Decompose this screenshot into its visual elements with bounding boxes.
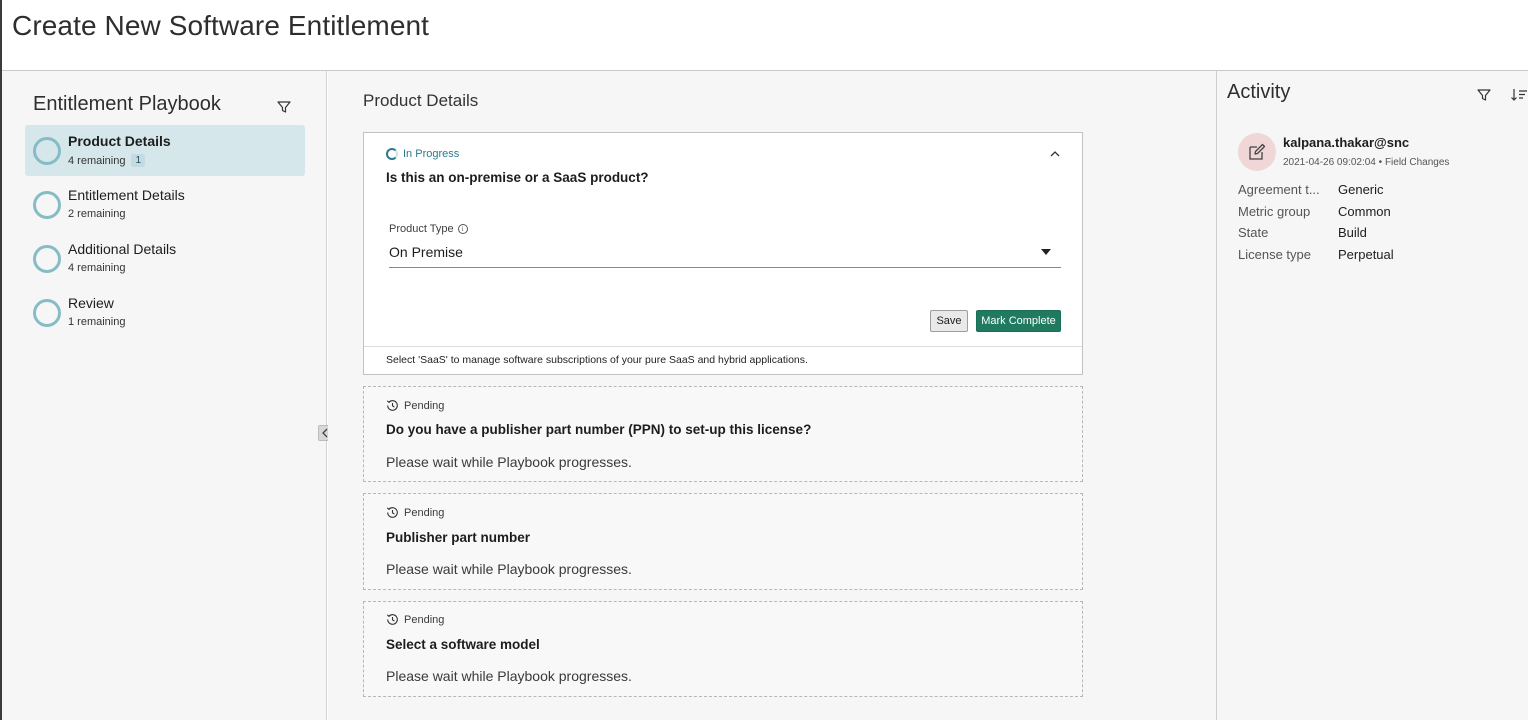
caret-down-icon [1041, 249, 1051, 255]
select-value: On Premise [389, 244, 463, 260]
help-text: Select 'SaaS' to manage software subscri… [386, 354, 808, 366]
playbook-sidebar: Entitlement Playbook Product Details 4 r… [2, 71, 327, 720]
count-badge: 1 [131, 154, 146, 167]
activity-timestamp: 2021-04-26 09:02:04 [1283, 157, 1376, 168]
page-title: Create New Software Entitlement [12, 10, 430, 41]
progress-ring-icon [33, 299, 61, 327]
activity-user: kalpana.thakar@snc [1283, 135, 1410, 150]
field-value: Build [1338, 225, 1367, 241]
filter-icon[interactable] [276, 99, 292, 115]
field-change-row: Agreement t... Generic [1238, 179, 1518, 201]
activity-meta: 2021-04-26 09:02:04 • Field Changes [1283, 157, 1449, 168]
status-pending: Pending [386, 613, 444, 626]
field-change-row: License type Perpetual [1238, 244, 1518, 266]
sidebar-item-review[interactable]: Review 1 remaining [25, 287, 305, 338]
remaining-text: 2 remaining [68, 208, 126, 220]
field-change-row: State Build [1238, 222, 1518, 244]
history-clock-icon [386, 400, 398, 411]
remaining-text: 4 remaining [68, 154, 126, 167]
question-text: Is this an on-premise or a SaaS product? [386, 170, 649, 185]
sidebar-item-label: Product Details [68, 133, 171, 149]
field-change-row: Metric group Common [1238, 201, 1518, 223]
question-text: Do you have a publisher part number (PPN… [386, 422, 812, 437]
activity-title: Activity [1227, 81, 1291, 103]
status-label: Pending [404, 506, 445, 519]
question-text: Publisher part number [386, 530, 531, 545]
save-button[interactable]: Save [930, 310, 968, 332]
sidebar-item-remaining: 4 remaining [68, 262, 125, 274]
chevron-up-icon[interactable] [1050, 149, 1060, 159]
main-content: Product Details In Progress Is this an o… [328, 71, 1216, 720]
section-title: Product Details [363, 91, 479, 110]
avatar [1238, 133, 1276, 171]
field-key: State [1238, 225, 1269, 241]
progress-ring-icon [33, 191, 61, 219]
status-pending: Pending [386, 399, 444, 412]
activity-type: Field Changes [1384, 157, 1450, 168]
sidebar-item-remaining: 2 remaining [68, 208, 125, 220]
history-clock-icon [386, 614, 398, 625]
sidebar-item-label: Review [68, 295, 114, 311]
progress-ring-icon [33, 245, 61, 273]
product-type-label: Product Type i [389, 223, 468, 235]
sidebar-item-remaining: 1 remaining [68, 316, 125, 328]
question-card-pending: Pending Do you have a publisher part num… [363, 386, 1083, 482]
sidebar-item-entitlement-details[interactable]: Entitlement Details 2 remaining [25, 179, 305, 230]
sort-icon[interactable] [1510, 86, 1528, 104]
question-card-active: In Progress Is this an on-premise or a S… [363, 132, 1083, 375]
product-type-select[interactable]: On Premise [389, 241, 1061, 268]
field-key: License type [1238, 246, 1311, 262]
filter-icon[interactable] [1476, 87, 1492, 103]
status-in-progress: In Progress [386, 148, 459, 160]
remaining-text: 1 remaining [68, 316, 126, 328]
edit-icon [1249, 143, 1266, 160]
field-key: Agreement t... [1238, 182, 1320, 198]
field-changes-list: Agreement t... Generic Metric group Comm… [1238, 179, 1518, 265]
info-icon[interactable]: i [457, 224, 468, 234]
sidebar-item-label: Additional Details [68, 241, 177, 257]
status-label: In Progress [403, 148, 460, 160]
status-label: Pending [404, 399, 445, 412]
field-value: Common [1338, 203, 1391, 219]
wait-message: Please wait while Playbook progresses. [386, 561, 632, 577]
question-card-pending: Pending Select a software model Please w… [363, 601, 1083, 697]
in-progress-icon [386, 148, 398, 160]
mark-complete-button[interactable]: Mark Complete [976, 310, 1061, 332]
sidebar-item-label: Entitlement Details [68, 187, 185, 203]
question-text: Select a software model [386, 637, 540, 652]
progress-ring-icon [33, 137, 61, 165]
status-pending: Pending [386, 506, 444, 519]
status-label: Pending [404, 613, 445, 626]
meta-separator: • [1378, 157, 1383, 168]
activity-panel: Activity kalpana.thakar@snc 2021-04-26 0… [1216, 71, 1528, 720]
wait-message: Please wait while Playbook progresses. [386, 668, 632, 684]
field-label-text: Product Type [389, 223, 454, 235]
field-key: Metric group [1238, 203, 1311, 219]
wait-message: Please wait while Playbook progresses. [386, 454, 632, 470]
card-help-footer: Select 'SaaS' to manage software subscri… [364, 346, 1082, 374]
history-clock-icon [386, 507, 398, 518]
sidebar-title: Entitlement Playbook [33, 93, 221, 115]
sidebar-item-product-details[interactable]: Product Details 4 remaining 1 [25, 125, 305, 176]
field-value: Generic [1338, 182, 1384, 198]
sidebar-item-remaining: 4 remaining 1 [68, 154, 146, 167]
remaining-text: 4 remaining [68, 262, 126, 274]
field-value: Perpetual [1338, 246, 1394, 262]
question-card-pending: Pending Publisher part number Please wai… [363, 493, 1083, 590]
sidebar-item-additional-details[interactable]: Additional Details 4 remaining [25, 233, 305, 284]
page-header: Create New Software Entitlement [2, 0, 1528, 71]
